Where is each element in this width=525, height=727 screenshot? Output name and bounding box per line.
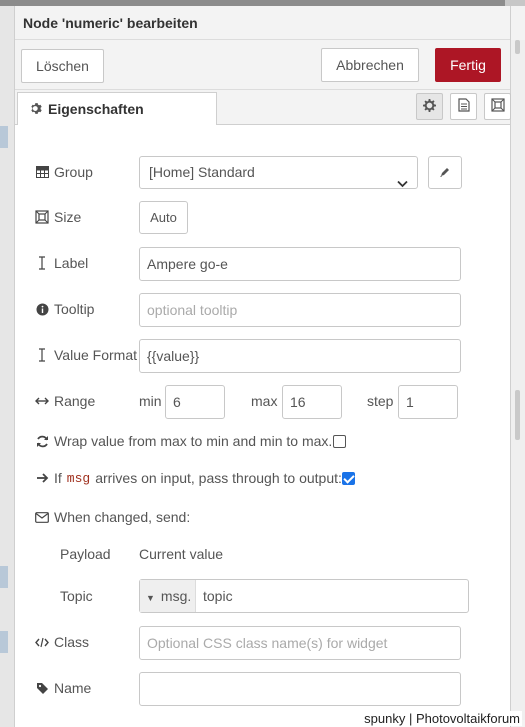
range-step-input[interactable]: 1	[398, 385, 458, 419]
topic-label: Topic	[60, 588, 93, 604]
class-row-label: Class	[35, 634, 89, 650]
value-format-label: Value Format	[54, 347, 137, 363]
range-row-label: Range	[35, 393, 95, 409]
size-icon	[35, 210, 49, 224]
class-placeholder: Optional CSS class name(s) for widget	[147, 635, 388, 651]
arrows-horizontal-icon	[35, 396, 49, 406]
passthrough-row: If msg arrives on input, pass through to…	[35, 470, 342, 486]
tab-bar: Eigenschaften	[15, 90, 511, 126]
topic-type-selector[interactable]: ▼ msg.	[140, 580, 196, 612]
name-row-label: Name	[35, 680, 91, 696]
topic-prefix: msg.	[160, 588, 192, 604]
range-step-label: step	[367, 393, 394, 409]
gear-icon	[30, 102, 43, 118]
editor-frame: Node 'numeric' bearbeiten Löschen Abbrec…	[0, 0, 525, 727]
text-cursor-icon	[35, 348, 49, 362]
wrap-label: Wrap value from max to min and min to ma…	[54, 433, 333, 449]
refresh-icon	[35, 435, 49, 448]
wrap-checkbox[interactable]	[333, 435, 346, 448]
name-input[interactable]	[139, 672, 461, 706]
scrollbar-thumb-top[interactable]	[515, 40, 520, 54]
tooltip-row-label: Tooltip	[35, 301, 94, 317]
envelope-icon	[35, 511, 49, 523]
tab-properties-label: Eigenschaften	[48, 101, 144, 117]
class-label: Class	[54, 634, 90, 650]
tab-properties[interactable]: Eigenschaften	[17, 92, 217, 126]
size-row-label: Size	[35, 209, 81, 225]
topic-value: topic	[203, 588, 233, 604]
name-label: Name	[54, 680, 92, 696]
group-select-value: [Home] Standard	[149, 164, 255, 180]
code-icon	[35, 637, 49, 648]
label-row-label: Label	[35, 255, 88, 271]
group-select[interactable]: [Home] Standard	[139, 156, 418, 189]
label-label: Label	[54, 255, 89, 271]
tag-icon	[35, 682, 49, 695]
range-max-label: max	[251, 393, 278, 409]
scrollbar[interactable]	[511, 40, 525, 720]
dialog-button-bar: Löschen Abbrechen Fertig	[15, 40, 510, 90]
range-max-input[interactable]: 16	[282, 385, 342, 419]
settings-tab-button[interactable]	[416, 93, 443, 120]
range-min-input[interactable]: 6	[165, 385, 225, 419]
text-cursor-icon	[35, 256, 49, 270]
tooltip-placeholder: optional tooltip	[147, 302, 238, 318]
chevron-down-icon	[397, 168, 408, 199]
gear-icon	[423, 98, 436, 115]
label-input[interactable]: Ampere go-e	[139, 247, 461, 281]
watermark: spunky | Photovoltaikforum	[362, 711, 522, 726]
gutter-mark	[0, 126, 8, 148]
passthrough-label-before: If	[54, 470, 62, 486]
passthrough-checkbox[interactable]	[342, 472, 355, 485]
range-label: Range	[54, 393, 96, 409]
appearance-icon	[490, 98, 505, 115]
size-button[interactable]: Auto	[139, 201, 188, 234]
value-format-row-label: Value Format	[35, 347, 137, 363]
done-button[interactable]: Fertig	[435, 48, 501, 82]
dialog-title: Node 'numeric' bearbeiten	[23, 15, 198, 31]
info-icon	[35, 303, 49, 316]
dialog-titlebar: Node 'numeric' bearbeiten	[15, 6, 510, 40]
passthrough-code: msg	[66, 470, 91, 486]
range-min-label: min	[139, 393, 162, 409]
size-label: Size	[54, 209, 82, 225]
group-label: Group	[54, 164, 93, 180]
group-row-label: Group	[35, 164, 93, 180]
edit-dialog: Node 'numeric' bearbeiten Löschen Abbrec…	[14, 6, 511, 727]
payload-label: Payload	[60, 546, 111, 562]
caret-down-icon: ▼	[146, 593, 155, 603]
payload-value: Current value	[139, 546, 224, 562]
properties-form: Group [Home] Standard Size Auto Label Am…	[15, 125, 510, 727]
topic-typed-input[interactable]: ▼ msg. topic	[139, 579, 469, 613]
tooltip-label: Tooltip	[54, 301, 95, 317]
scrollbar-thumb[interactable]	[515, 390, 520, 440]
pencil-icon	[439, 165, 451, 181]
send-label: When changed, send:	[54, 509, 191, 525]
wrap-row: Wrap value from max to min and min to ma…	[35, 433, 332, 449]
left-gutter	[0, 6, 14, 727]
gutter-mark	[0, 566, 8, 588]
passthrough-label-after: arrives on input, pass through to output…	[95, 470, 342, 486]
send-row: When changed, send:	[35, 509, 190, 525]
gutter-mark	[0, 631, 8, 653]
description-tab-button[interactable]	[450, 93, 477, 120]
arrow-right-icon	[35, 472, 49, 484]
tooltip-input[interactable]: optional tooltip	[139, 293, 461, 327]
class-input[interactable]: Optional CSS class name(s) for widget	[139, 626, 461, 660]
appearance-tab-button[interactable]	[484, 93, 511, 120]
delete-button[interactable]: Löschen	[21, 49, 104, 83]
edit-group-button[interactable]	[428, 156, 462, 189]
cancel-button[interactable]: Abbrechen	[321, 48, 419, 82]
description-icon	[457, 98, 470, 115]
value-format-input[interactable]: {{value}}	[139, 339, 461, 373]
table-icon	[35, 166, 49, 178]
